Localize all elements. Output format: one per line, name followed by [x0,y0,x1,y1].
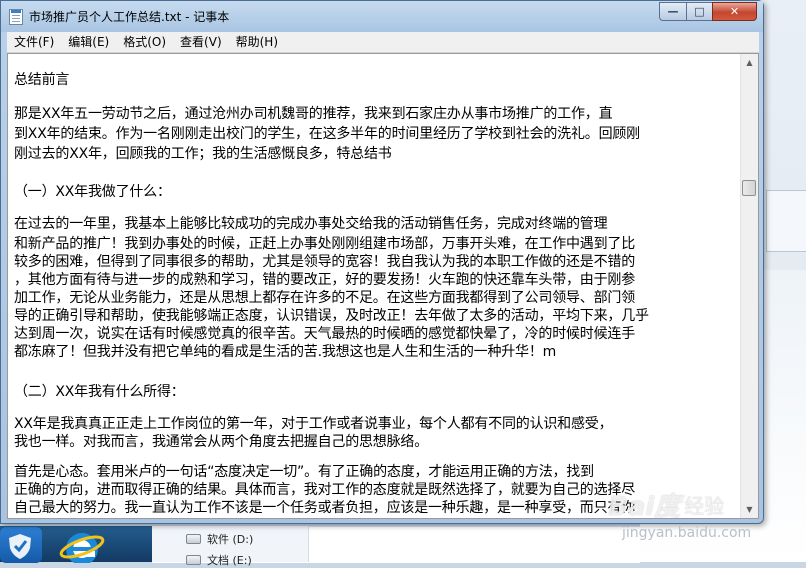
text-line: 自己最大的努力。我一直认为工作不该是一个任务或者负担，应该是一种乐趣，是一种享受… [14,500,635,516]
text-line: 加工作，无论从业务能力，还是从思想上都存在许多的不足。在这些方面我都得到了公司领… [14,290,635,306]
minimize-button[interactable]: — [659,2,686,21]
text-line: 那是XX年五一劳动节之后，通过沧州办司机魏哥的推荐，我来到石家庄办从事市场推广的… [14,106,613,122]
text-line: 导的正确引导和帮助，使我能够端正态度，认识错误，及时改正！去年做了太多的活动，平… [14,308,649,324]
text-line: 到XX年的结束。作为一名刚刚走出校门的学生，在这多半年的时间里经历了学校到社会的… [14,126,640,142]
window-title: 市场推广员个人工作总结.txt - 记事本 [29,10,230,24]
drive-label: 文档 (E:) [207,554,252,567]
watermark-logo: Bai度 [608,492,681,522]
document-text[interactable]: 总结前言 那是XX年五一劳动节之后，通过沧州办司机魏哥的推荐，我来到石家庄办从事… [10,54,740,518]
text-line: 我也一样。对我而言，我通常会从两个角度去把握自己的思想脉络。 [14,434,428,450]
text-line: 较多的困难，但得到了同事很多的帮助，尤其是领导的宽容！我自我认为我的本职工作做的… [14,254,635,270]
notepad-window: 市场推广员个人工作总结.txt - 记事本 — □ ✕ 文件(F) 编辑(E) … [0,0,764,524]
text-line: 刚过去的XX年，回顾我的工作；我的生活感慨良多，特总结书 [14,146,392,162]
watermark-suffix: 经验 [684,494,725,518]
maximize-button[interactable]: □ [686,2,712,21]
text-line: 和新产品的推广！我到办事处的时候，正赶上办事处刚刚组建市场部，万事开头难，在工作… [14,236,635,252]
text-line: 总结前言 [14,72,70,88]
menu-edit[interactable]: 编辑(E) [61,32,116,52]
notepad-icon [9,9,23,25]
text-line: ，其他方面有待与进一步的成熟和学习，错的要改正，好的要发扬！火车跑的快还靠车头带… [14,272,635,288]
text-line: 首先是心态。套用米卢的一句话“态度决定一切”。有了正确的态度，才能运用正确的方法… [14,464,594,480]
scroll-down-arrow-icon[interactable]: ▼ [741,501,758,518]
text-line: （二）XX年我有什么所得： [14,384,185,400]
text-editor[interactable]: 总结前言 那是XX年五一劳动节之后，通过沧州办司机魏哥的推荐，我来到石家庄办从事… [7,53,759,519]
internet-explorer-icon[interactable] [58,527,105,563]
minimize-icon: — [667,5,679,18]
baidu-watermark: Bai度 经验 [608,486,724,523]
drive-item-d[interactable]: 软件 (D:) [186,531,253,547]
menu-help[interactable]: 帮助(H) [229,32,285,52]
menu-bar: 文件(F) 编辑(E) 格式(O) 查看(V) 帮助(H) [7,32,759,53]
text-line: 都冻麻了！但我并没有把它单纯的看成是生活的苦.我想这也是人生和生活的一种升华！m [14,344,557,360]
vertical-scrollbar[interactable]: ▲ ▼ [740,54,758,518]
text-line: （一）XX年我做了什么： [14,184,171,200]
security-shield-icon[interactable] [0,527,42,563]
scroll-up-arrow-icon[interactable]: ▲ [741,54,758,71]
drive-icon [186,534,201,544]
drive-icon [186,555,201,565]
close-button[interactable]: ✕ [712,2,757,21]
menu-file[interactable]: 文件(F) [7,32,61,52]
title-bar[interactable]: 市场推广员个人工作总结.txt - 记事本 — □ ✕ [1,1,763,32]
close-icon: ✕ [729,5,740,18]
watermark-url: jingyan.baidu.com [622,525,752,541]
menu-view[interactable]: 查看(V) [173,32,229,52]
text-line: 正确的方向，进而取得正确的结果。具体而言，我对工作的态度就是既然选择了，就要为自… [14,482,635,498]
scrollbar-thumb[interactable] [742,180,756,196]
drive-label: 软件 (D:) [207,533,254,546]
menu-format[interactable]: 格式(O) [116,32,173,52]
caption-buttons: — □ ✕ [659,2,757,21]
text-line: XX年是我真真正正走上工作岗位的第一年，对于工作或者说事业，每个人都有不同的认识… [14,416,613,432]
text-line: 达到周一次，说实在话有时候感觉真的很辛苦。天气最热的时候晒的感觉都快晕了，冷的时… [14,326,635,342]
text-line: 在过去的一年里，我基本上能够比较成功的完成办事处交给我的活动销售任务，完成对终端… [14,216,608,232]
maximize-icon: □ [694,5,705,18]
background-window-pane [766,190,806,252]
drive-item-e[interactable]: 文档 (E:) [186,552,252,568]
